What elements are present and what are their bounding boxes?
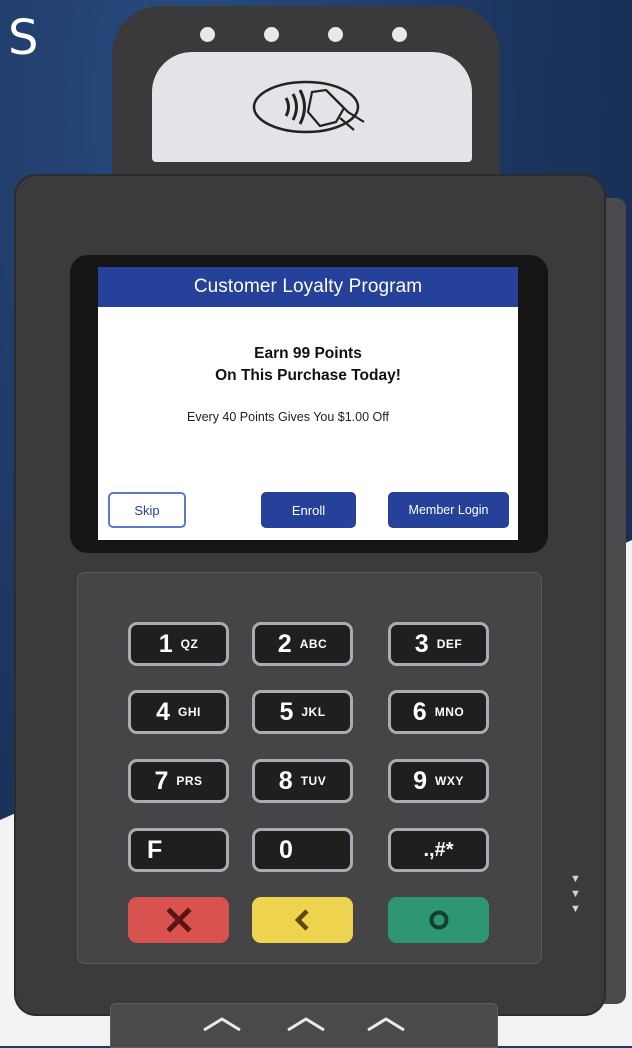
key-1[interactable]: 1 QZ: [128, 622, 229, 666]
headline-line-1: Earn 99 Points: [254, 345, 362, 362]
key-7[interactable]: 7 PRS: [128, 759, 229, 803]
corner-text: S: [8, 10, 39, 66]
status-led: [328, 27, 343, 42]
enroll-button[interactable]: Enroll: [261, 492, 356, 528]
cancel-x-icon: [165, 907, 192, 933]
skip-button[interactable]: Skip: [108, 492, 186, 528]
status-led: [264, 27, 279, 42]
enter-key[interactable]: [388, 897, 489, 943]
back-arrow-icon: [294, 909, 309, 931]
contactless-icon: [252, 80, 365, 134]
key-3[interactable]: 3 DEF: [388, 622, 489, 666]
key-9[interactable]: 9 WXY: [388, 759, 489, 803]
points-offer: Earn 99 Points On This Purchase Today!: [98, 343, 518, 387]
backspace-key[interactable]: [252, 897, 353, 943]
chevron-up-icon: [287, 1017, 325, 1032]
member-login-button[interactable]: Member Login: [388, 492, 509, 528]
ok-circle-icon: [429, 910, 448, 930]
key-5[interactable]: 5 JKL: [252, 690, 353, 734]
screen-title: Customer Loyalty Program: [98, 267, 518, 307]
status-led: [200, 27, 215, 42]
headline-line-2: On This Purchase Today!: [215, 367, 401, 384]
key-f[interactable]: F: [128, 828, 229, 872]
key-8[interactable]: 8 TUV: [252, 759, 353, 803]
scroll-arrows-icon: ▼ ▼ ▼: [570, 873, 581, 915]
key-4[interactable]: 4 GHI: [128, 690, 229, 734]
key-0[interactable]: 0: [252, 828, 353, 872]
display-screen: Customer Loyalty Program Earn 99 Points …: [98, 267, 518, 540]
key-6[interactable]: 6 MNO: [388, 690, 489, 734]
chevron-up-icon: [203, 1017, 241, 1032]
status-led: [392, 27, 407, 42]
key-2[interactable]: 2 ABC: [252, 622, 353, 666]
rewards-info: Every 40 Points Gives You $1.00 Off: [187, 410, 389, 424]
key-symbols[interactable]: .,#*: [388, 828, 489, 872]
cancel-key[interactable]: [128, 897, 229, 943]
chevron-up-icon: [367, 1017, 405, 1032]
